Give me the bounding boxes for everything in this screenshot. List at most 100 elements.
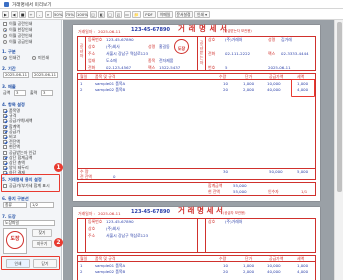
- checkbox[interactable]: [3, 22, 7, 26]
- toolbar-button[interactable]: PDF: [142, 10, 156, 18]
- stamp-file-input[interactable]: 도장파일: [3, 220, 55, 226]
- toolbar-button[interactable]: ◀: [10, 10, 18, 18]
- field-label: 팩스: [268, 51, 276, 56]
- close-button[interactable]: 닫기: [33, 259, 57, 268]
- table-header: 수량: [219, 256, 227, 261]
- field-value: 전자제품: [159, 58, 174, 63]
- option-label: 이월 공란인쇄: [9, 21, 33, 26]
- toolbar-button[interactable]: 인쇄 ▾: [194, 10, 210, 18]
- divider-type-select[interactable]: 종류: [3, 202, 27, 208]
- toolbar-button[interactable]: -: [36, 10, 43, 18]
- toolbar-button[interactable]: ◫: [89, 10, 97, 18]
- option-label: 미인쇄: [38, 55, 50, 60]
- sum-label: 합계금액: [208, 183, 223, 188]
- field-label: 상호: [208, 37, 216, 42]
- scrollbar-thumb[interactable]: [337, 22, 342, 192]
- table-header: 월일: [80, 74, 88, 79]
- option-row[interactable]: 이월 공급인쇄: [3, 39, 32, 44]
- toolbar-button[interactable]: +: [27, 10, 35, 18]
- radio[interactable]: [3, 34, 7, 38]
- field-label: 번호: [208, 65, 216, 70]
- table-cell: 2,000: [243, 86, 255, 92]
- clear-stamp-button[interactable]: 지우기: [32, 240, 52, 248]
- field-label: 주소: [88, 51, 96, 56]
- toolbar-button[interactable]: ■: [19, 10, 26, 18]
- table-cell: 10: [223, 81, 228, 86]
- field-value: 123-45-67890: [106, 219, 134, 224]
- date-label: 거래일자 :: [78, 211, 95, 216]
- option-row[interactable]: 이월 공란인쇄: [3, 21, 32, 26]
- table-cell: 1,000: [297, 263, 309, 268]
- toolbar-button[interactable]: ▶: [2, 10, 9, 18]
- table-cell: 10: [223, 263, 228, 268]
- divider-count-select[interactable]: 1/2: [30, 202, 54, 208]
- cur-balance-label: 현 잔액: [208, 189, 220, 194]
- field-label: 종목: [148, 58, 156, 63]
- field-value: 02-3333-4444: [281, 51, 309, 56]
- vertical-scrollbar[interactable]: [334, 20, 343, 280]
- toolbar-button[interactable]: ▭: [123, 10, 131, 18]
- radio[interactable]: [3, 56, 7, 60]
- toolbar-button[interactable]: 문서설정: [174, 10, 193, 18]
- title-bar: 거래명세서 미리보기: [0, 0, 343, 9]
- date-from-input[interactable]: 2025-06-11: [3, 72, 29, 78]
- table-cell: 1: [80, 263, 83, 268]
- radio[interactable]: [3, 40, 7, 44]
- radio[interactable]: [32, 56, 36, 60]
- option-row[interactable]: 미인쇄: [32, 55, 49, 60]
- field-label: 팩스: [148, 65, 156, 70]
- date-value: 2025-06-11: [98, 29, 121, 34]
- option-row[interactable]: 공급가/부가세 합계 표시: [3, 183, 50, 188]
- preview-area: 거래일자 : 2025-06-11 123-45-67890 거 래 명 세 서…: [63, 20, 334, 280]
- table-header: 월일: [80, 256, 88, 261]
- field-value: 도소매: [106, 58, 117, 63]
- option-row[interactable]: 이월 공란인쇄: [3, 33, 32, 38]
- table-cell: sample01 품목A: [95, 263, 126, 268]
- toolbar-button[interactable]: ◧: [98, 10, 105, 18]
- supplier-label: 공급자: [79, 43, 84, 58]
- field-label: 업태: [88, 58, 96, 63]
- toolbar: ▶ ◀ ■ + - ⌕ 50% 75% 100% ◫ ◧ □ ◰ ▭ 📁 PDF 이메일 문서설정 인쇄 ▾: [0, 9, 343, 20]
- date-to-input[interactable]: 2025-06-11: [32, 72, 58, 78]
- invoice-subtitle: (공급받는자 보관용): [223, 29, 252, 33]
- invoice-subtitle: (공급자 보관용): [223, 211, 246, 215]
- field-label: 등록번호: [88, 37, 103, 42]
- table-cell: 10,000: [267, 263, 281, 268]
- receiver-label: 인수자: [268, 189, 279, 194]
- toolbar-button[interactable]: 📁: [132, 10, 141, 18]
- option-label: 이월 공란인쇄: [9, 33, 33, 38]
- cur-balance-value: 55,000: [233, 189, 247, 194]
- option-label: 공급가/부가세 합계 표시: [9, 183, 50, 188]
- tax-highlight: [291, 79, 315, 97]
- table-cell: 40,000: [267, 268, 281, 274]
- table-cell: 20: [223, 86, 228, 92]
- radio[interactable]: [3, 28, 7, 32]
- print-input[interactable]: 3: [41, 90, 53, 96]
- find-stamp-button[interactable]: 찾기: [32, 229, 52, 237]
- toolbar-button[interactable]: 이메일: [157, 10, 173, 18]
- field-label: 상호: [88, 226, 96, 231]
- checkbox[interactable]: [3, 184, 7, 188]
- option-row[interactable]: 이월 한장인쇄: [3, 27, 32, 32]
- field-value: 5: [225, 65, 228, 70]
- option-row[interactable]: 인쇄건: [3, 55, 20, 60]
- toolbar-button[interactable]: ◰: [115, 10, 122, 18]
- print-button[interactable]: 인쇄: [6, 259, 30, 268]
- field-value: (주)회사: [106, 44, 120, 49]
- table-cell: sample02 품목B: [95, 268, 126, 274]
- toolbar-button[interactable]: 50%: [53, 10, 63, 18]
- table-cell: 10,000: [267, 81, 281, 86]
- seal-stamp: 도장: [174, 39, 189, 54]
- toolbar-button[interactable]: □: [106, 10, 114, 18]
- table-header: 품목 및 규격: [95, 74, 116, 79]
- toolbar-button[interactable]: 75%: [64, 10, 75, 18]
- print-label: 출력: [30, 90, 38, 95]
- amount-input[interactable]: 3: [14, 90, 26, 96]
- table-cell: sample01 품목A: [95, 81, 126, 86]
- table-cell: 40,000: [267, 86, 281, 92]
- field-label: 전화: [88, 65, 96, 70]
- doc-number: 123-45-67890: [131, 27, 170, 33]
- toolbar-button[interactable]: 100%: [76, 10, 88, 18]
- toolbar-button[interactable]: ⌕: [44, 10, 52, 18]
- option-label: 이월 한장인쇄: [9, 27, 33, 32]
